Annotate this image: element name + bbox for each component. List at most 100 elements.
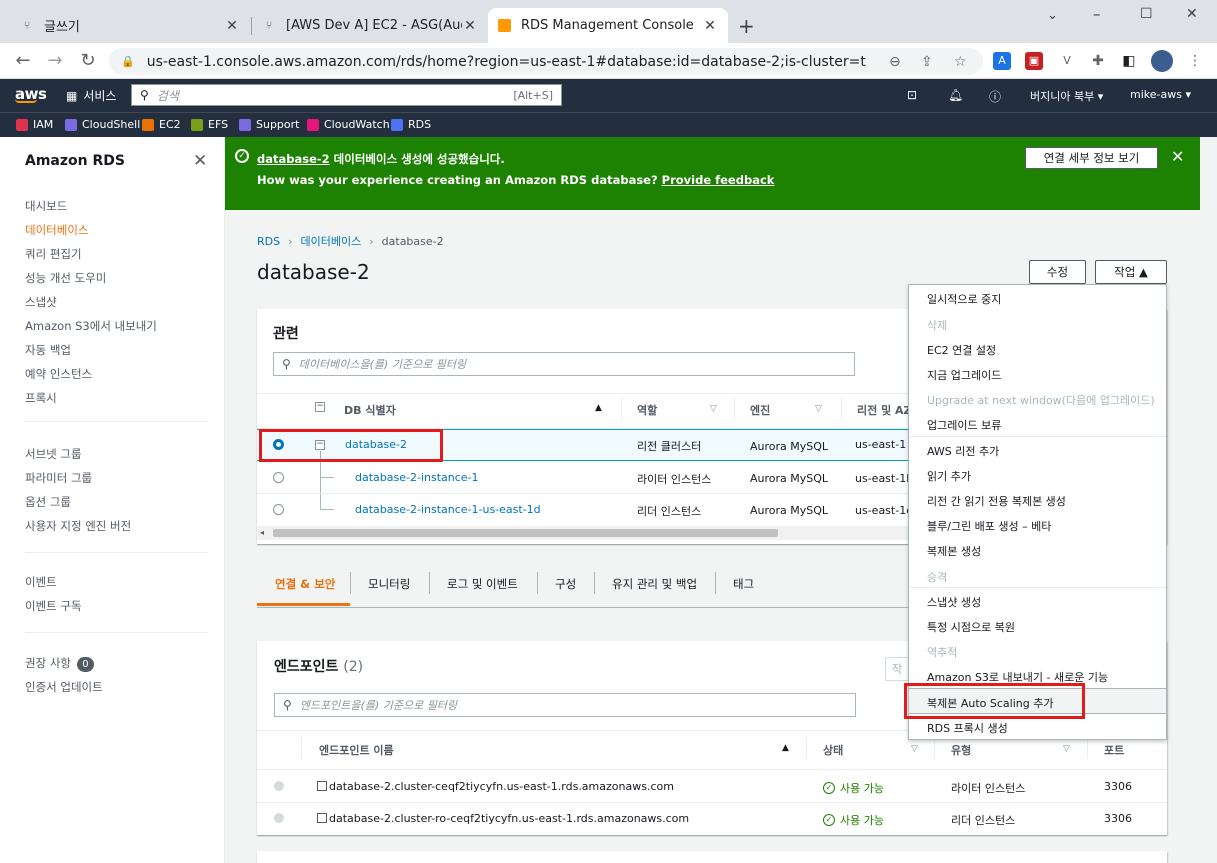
col-db-identifier[interactable]: DB 식별자 <box>344 402 396 418</box>
col-endpoint-name[interactable]: 엔드포인트 이름 <box>319 742 394 758</box>
fav-rds[interactable]: RDS <box>391 118 431 131</box>
db-identifier-link[interactable]: database-2-instance-1-us-east-1d <box>355 503 541 516</box>
fav-cloudwatch[interactable]: CloudWatch <box>307 118 390 131</box>
cloudshell-icon[interactable]: ⊡ <box>907 88 917 102</box>
sidebar-item-event-subscriptions[interactable]: 이벤트 구독 <box>25 598 82 614</box>
bookmark-star-icon[interactable]: ☆ <box>954 54 967 70</box>
collapse-all-icon[interactable]: − <box>315 402 325 412</box>
fav-ec2[interactable]: EC2 <box>142 118 181 131</box>
endpoints-action-button[interactable]: 작 <box>885 657 909 681</box>
tab-logs-events[interactable]: 로그 및 이벤트 <box>447 576 518 592</box>
sidebar-item-auto-backups[interactable]: 자동 백업 <box>25 342 71 358</box>
fav-cloudshell[interactable]: CloudShell <box>65 118 140 131</box>
endpoint-name[interactable]: database-2.cluster-ro-ceqf2tiycyfn.us-ea… <box>317 812 689 825</box>
fav-iam[interactable]: IAM <box>16 118 53 131</box>
sidebar-item-custom-engine[interactable]: 사용자 지정 엔진 버전 <box>25 518 131 534</box>
sidebar-item-databases[interactable]: 데이터베이스 <box>25 222 88 238</box>
scroll-left-icon[interactable]: ◂ <box>260 528 264 537</box>
back-icon[interactable]: ← <box>12 50 34 72</box>
extension-v-icon[interactable]: V <box>1058 52 1076 70</box>
sidebar-item-option-groups[interactable]: 옵션 그룹 <box>25 494 71 510</box>
menu-item-take-snapshot[interactable]: 스냅샷 생성 <box>927 594 981 610</box>
menu-item-cross-region-replica[interactable]: 리전 간 읽기 전용 복제본 생성 <box>927 493 1066 509</box>
close-window-button[interactable]: ✕ <box>1186 6 1198 22</box>
close-icon[interactable]: ✕ <box>193 151 207 171</box>
row-radio[interactable] <box>273 504 284 515</box>
sort-icon[interactable]: ▽ <box>1063 744 1070 754</box>
tab-configuration[interactable]: 구성 <box>555 576 576 592</box>
sidebar-item-s3-export[interactable]: Amazon S3에서 내보내기 <box>25 318 157 334</box>
menu-item-add-aws-region[interactable]: AWS 리전 추가 <box>927 443 999 459</box>
row-radio-disabled[interactable] <box>274 813 284 823</box>
close-icon[interactable]: ✕ <box>1171 147 1184 166</box>
row-radio-disabled[interactable] <box>274 781 284 791</box>
minimize-button[interactable]: – <box>1093 5 1101 23</box>
sort-icon[interactable]: ▽ <box>911 744 918 754</box>
col-port[interactable]: 포트 <box>1104 742 1124 758</box>
menu-item-stop-temporarily[interactable]: 일시적으로 중지 <box>927 291 1001 307</box>
aws-logo[interactable]: aws <box>15 85 47 103</box>
close-icon[interactable]: ✕ <box>462 18 478 34</box>
col-engine[interactable]: 엔진 <box>750 402 770 418</box>
extension-icon[interactable]: ▣ <box>1025 52 1043 70</box>
actions-button[interactable]: 작업 ▲ <box>1095 260 1167 284</box>
menu-item-blue-green-deployment[interactable]: 블루/그린 배포 생성 – 베타 <box>927 518 1051 534</box>
tab-connectivity-security[interactable]: 연결 & 보안 <box>275 576 335 592</box>
translate-extension-icon[interactable]: A <box>993 52 1011 70</box>
sidebar-item-performance-insights[interactable]: 성능 개선 도우미 <box>25 270 106 286</box>
profile-avatar[interactable] <box>1151 50 1173 72</box>
copy-icon[interactable] <box>317 813 327 823</box>
scrollbar-thumb[interactable] <box>273 529 778 537</box>
menu-item-add-reader[interactable]: 읽기 추가 <box>927 468 971 484</box>
tab-search-icon[interactable]: ⌄ <box>1047 8 1058 23</box>
account-menu[interactable]: mike-aws ▾ <box>1130 88 1191 101</box>
reload-icon[interactable]: ↻ <box>77 50 99 72</box>
tab-tags[interactable]: 태그 <box>733 576 754 592</box>
tab-monitoring[interactable]: 모니터링 <box>368 576 410 592</box>
close-icon[interactable]: ✕ <box>224 18 240 34</box>
search-input[interactable]: ⚲ 검색 [Alt+S] <box>131 84 562 106</box>
region-selector[interactable]: 버지니아 북부 ▾ <box>1030 88 1103 104</box>
menu-item-create-clone[interactable]: 복제본 생성 <box>927 543 981 559</box>
col-region-az[interactable]: 리전 및 AZ <box>857 402 912 418</box>
sidebar-item-parameter-groups[interactable]: 파라미터 그룹 <box>25 470 92 486</box>
sidebar-item-query-editor[interactable]: 쿼리 편집기 <box>25 246 82 262</box>
menu-item-hold-upgrade[interactable]: 업그레이드 보류 <box>927 417 1001 433</box>
forward-icon[interactable]: → <box>44 50 66 72</box>
col-type[interactable]: 유형 <box>951 742 971 758</box>
sidebar-item-events[interactable]: 이벤트 <box>25 574 57 590</box>
scrollbar-track[interactable] <box>1200 137 1217 863</box>
col-role[interactable]: 역할 <box>637 402 657 418</box>
bell-icon[interactable]: 🔔︎ <box>948 88 963 102</box>
browser-tab-1[interactable]: ⑂ 글쓰기 ✕ <box>10 8 250 43</box>
sort-icon[interactable]: ▽ <box>710 404 717 414</box>
col-status[interactable]: 상태 <box>823 742 843 758</box>
sort-asc-icon[interactable]: ▲ <box>595 403 602 413</box>
sidebar-item-snapshots[interactable]: 스냅샷 <box>25 294 57 310</box>
breadcrumb-rds[interactable]: RDS <box>257 235 280 248</box>
copy-icon[interactable] <box>317 781 327 791</box>
sidebar-item-dashboard[interactable]: 대시보드 <box>25 198 67 214</box>
breadcrumb-databases[interactable]: 데이터베이스 <box>301 235 362 248</box>
sidebar-item-recommendations[interactable]: 권장 사항 0 <box>25 655 94 672</box>
puzzle-icon[interactable]: ✚ <box>1089 52 1107 70</box>
provide-feedback-link[interactable]: Provide feedback <box>662 173 775 187</box>
tab-maintenance-backups[interactable]: 유지 관리 및 백업 <box>612 576 697 592</box>
menu-item-create-rds-proxy[interactable]: RDS 프록시 생성 <box>927 720 1008 736</box>
maximize-button[interactable]: ☐ <box>1140 6 1153 22</box>
close-icon[interactable]: ✕ <box>702 18 718 34</box>
sidebar-item-certificate-update[interactable]: 인증서 업데이트 <box>25 679 103 695</box>
menu-item-setup-ec2-connection[interactable]: EC2 연결 설정 <box>927 342 996 358</box>
endpoint-name[interactable]: database-2.cluster-ceqf2tiycyfn.us-east-… <box>317 780 674 793</box>
menu-item-upgrade-now[interactable]: 지금 업그레이드 <box>927 367 1001 383</box>
share-icon[interactable]: ⇪ <box>921 54 933 70</box>
endpoints-filter-input[interactable]: ⚲ 엔드포인트을(를) 기준으로 필터링 <box>274 693 856 717</box>
services-menu[interactable]: ▦ 서비스 <box>66 87 116 104</box>
sidebar-item-reserved-instances[interactable]: 예약 인스턴스 <box>25 366 92 382</box>
zoom-icon[interactable]: ⊖ <box>889 54 901 70</box>
db-identifier-link[interactable]: database-2-instance-1 <box>355 471 479 484</box>
help-icon[interactable]: ⓘ <box>989 88 1001 105</box>
view-connection-details-button[interactable]: 연결 세부 정보 보기 <box>1025 147 1158 169</box>
fav-efs[interactable]: EFS <box>191 118 228 131</box>
browser-tab-2[interactable]: ⑂ [AWS Dev A] EC2 - ASG(Augo S ✕ <box>252 8 488 43</box>
